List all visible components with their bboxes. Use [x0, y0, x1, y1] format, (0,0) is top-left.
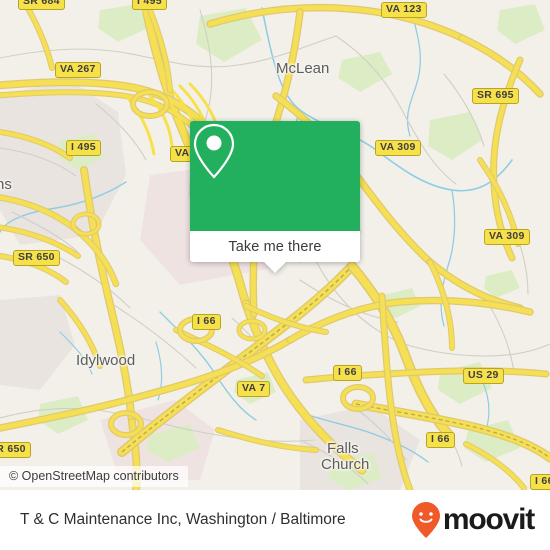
card-action-bar[interactable]: Take me there	[190, 231, 360, 273]
card-pin-area	[190, 121, 360, 231]
highway-shield: VA 123	[381, 2, 427, 18]
card-pointer-tail	[264, 262, 286, 273]
moovit-logo[interactable]: moovit	[411, 501, 535, 539]
place-label: Idylwood	[76, 352, 136, 369]
highway-shield: SR 650	[0, 442, 31, 458]
place-label: Church	[321, 456, 370, 473]
location-pin-icon	[193, 123, 235, 179]
highway-shield: VA 309	[375, 140, 421, 156]
highway-shield: US 29	[463, 368, 504, 384]
map-canvas[interactable]: .rd { fill:none; stroke:#f7e14a; stroke-…	[0, 0, 550, 490]
highway-shield: SR 650	[13, 250, 60, 266]
highway-shield: SR 684	[18, 0, 65, 10]
highway-shield: VA 309	[484, 229, 530, 245]
highway-shield: SR 695	[472, 88, 519, 104]
moovit-wordmark: moovit	[442, 503, 535, 536]
highway-shield: I 66	[426, 432, 455, 448]
highway-shield: I 66	[192, 314, 221, 330]
map-screenshot: .rd { fill:none; stroke:#f7e14a; stroke-…	[0, 0, 550, 550]
highway-shield: VA 7	[237, 381, 271, 397]
highway-shield: I 66	[333, 365, 362, 381]
highway-shield: I 66	[530, 474, 550, 490]
highway-shield: VA 267	[55, 62, 101, 78]
moovit-smiley-pin-icon	[411, 502, 440, 538]
place-label: Falls	[327, 440, 359, 457]
take-me-there-label: Take me there	[228, 238, 322, 255]
highway-shield: I 495	[132, 0, 167, 10]
osm-attribution[interactable]: © OpenStreetMap contributors	[0, 466, 188, 487]
place-label: McLean	[276, 60, 330, 77]
venue-title: T & C Maintenance Inc, Washington / Balt…	[20, 511, 346, 528]
take-me-there-card[interactable]: Take me there	[190, 121, 360, 273]
page-footer: T & C Maintenance Inc, Washington / Balt…	[0, 490, 550, 550]
highway-shield: I 495	[66, 140, 101, 156]
place-label: ns	[0, 176, 12, 193]
